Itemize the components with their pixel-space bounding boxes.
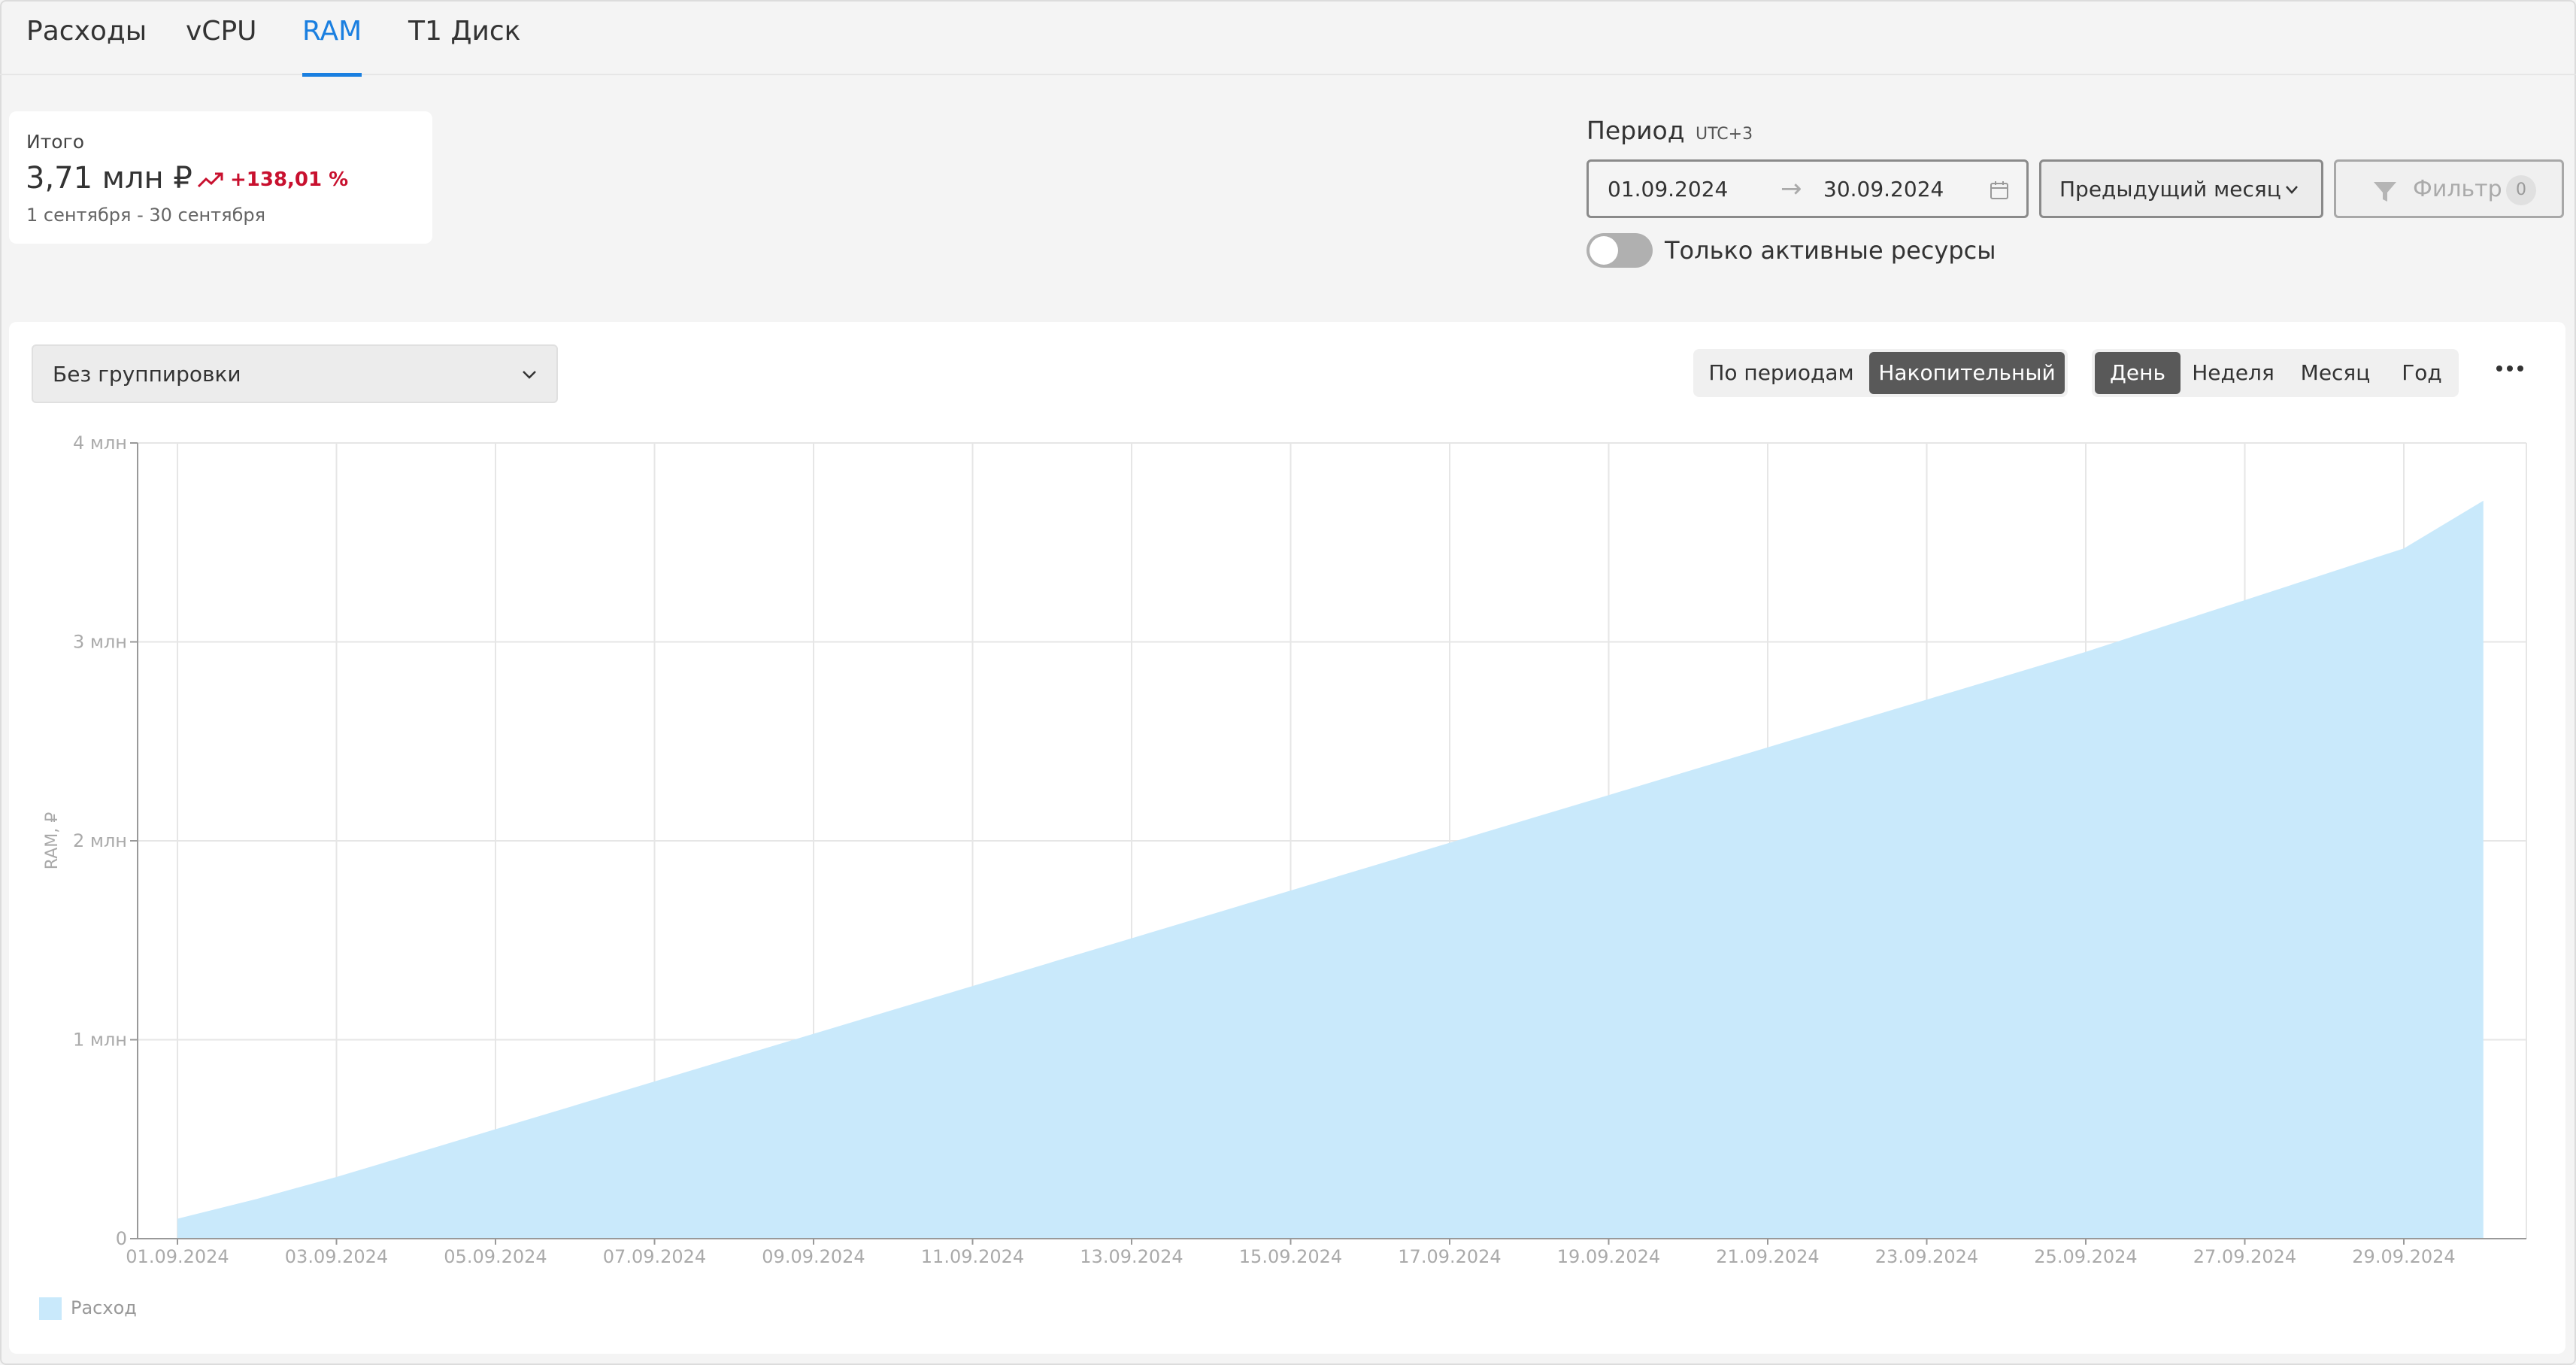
trend-badge: +138,01 % (197, 168, 348, 191)
total-amount: 3,71 млн ₽ (26, 161, 192, 196)
legend-label: Расход (71, 1297, 137, 1318)
y-tick-label: 4 млн (73, 432, 127, 453)
toggle-knob (1590, 236, 1618, 265)
x-tick-label: 19.09.2024 (1557, 1246, 1660, 1267)
date-to[interactable]: 30.09.2024 (1823, 177, 1944, 202)
arrow-right-icon: → (1780, 174, 1802, 204)
ram-area-chart: 01 млн2 млн3 млн4 млн01.09.2024 03.09.202… (43, 432, 2527, 1267)
y-tick-label: 3 млн (73, 632, 127, 653)
filter-icon (2374, 182, 2396, 202)
period-preset-select[interactable]: Предыдущий месяц (2039, 159, 2323, 218)
trend-up-icon (197, 172, 223, 188)
x-tick-label: 17.09.2024 (1398, 1246, 1501, 1267)
x-tick-label: 21.09.2024 (1716, 1246, 1819, 1267)
period-title: Период UTC+3 (1587, 116, 1753, 145)
x-tick-label: 25.09.2024 (2034, 1246, 2137, 1267)
calendar-icon[interactable] (1989, 180, 2010, 201)
y-tick-label: 2 млн (73, 830, 127, 851)
total-label: Итого (26, 131, 84, 153)
active-only-label: Только активные ресурсы (1665, 236, 1996, 265)
x-tick-label: 01.09.2024 (126, 1246, 229, 1267)
filter-count-badge: 0 (2506, 175, 2536, 205)
y-tick-label: 1 млн (73, 1030, 127, 1051)
x-tick-label: 13.09.2024 (1080, 1246, 1183, 1267)
tab-expenses[interactable]: Расходы (26, 15, 147, 75)
x-tick-label: 11.09.2024 (921, 1246, 1024, 1267)
x-tick-label: 07.09.2024 (603, 1246, 706, 1267)
x-tick-label: 23.09.2024 (1875, 1246, 1978, 1267)
summary-date-range: 1 сентября - 30 сентября (26, 205, 266, 226)
total-summary-card: Итого 3,71 млн ₽ +138,01 % 1 сентября - … (9, 111, 432, 244)
tab-bar: Расходы vCPU RAM T1 Диск (0, 0, 2576, 77)
filter-button[interactable]: Фильтр 0 (2334, 159, 2564, 218)
x-tick-label: 29.09.2024 (2352, 1246, 2455, 1267)
series-area-rashod (177, 500, 2484, 1239)
x-tick-label: 15.09.2024 (1239, 1246, 1342, 1267)
tab-ram[interactable]: RAM (302, 15, 362, 77)
legend-swatch (39, 1297, 62, 1320)
date-from[interactable]: 01.09.2024 (1608, 177, 1728, 202)
active-only-toggle[interactable] (1587, 233, 1653, 268)
x-tick-label: 03.09.2024 (285, 1246, 388, 1267)
tab-vcpu[interactable]: vCPU (186, 15, 257, 75)
x-tick-label: 27.09.2024 (2193, 1246, 2296, 1267)
y-axis-title: RAM, ₽ (43, 812, 62, 869)
x-tick-label: 05.09.2024 (444, 1246, 547, 1267)
timezone-label: UTC+3 (1696, 125, 1753, 144)
date-range-picker[interactable]: 01.09.2024 → 30.09.2024 (1587, 159, 2029, 218)
chart-panel: Без группировки По периодам Накопительны… (9, 322, 2565, 1354)
chevron-down-icon (2286, 186, 2298, 194)
filter-label: Фильтр (2413, 175, 2502, 202)
x-tick-label: 09.09.2024 (762, 1246, 865, 1267)
tab-t1-disk[interactable]: T1 Диск (408, 15, 520, 75)
period-label: Период (1587, 116, 1685, 145)
period-preset-value: Предыдущий месяц (2059, 176, 2281, 202)
trend-value: +138,01 % (230, 168, 349, 191)
